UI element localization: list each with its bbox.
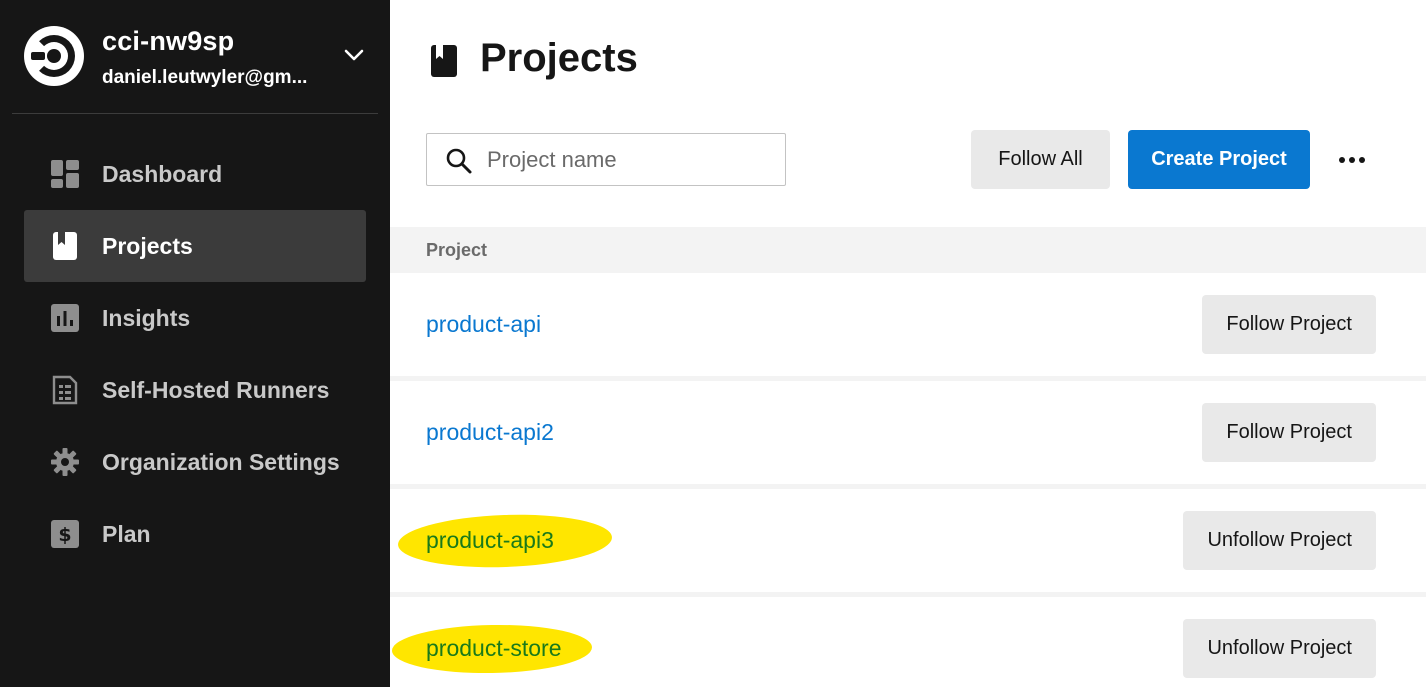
page-title: Projects <box>480 36 638 80</box>
table-header: Project <box>390 227 1426 273</box>
sidebar-item-label: Organization Settings <box>102 449 340 475</box>
insights-icon <box>51 304 79 332</box>
create-project-button[interactable]: Create Project <box>1128 130 1310 189</box>
sidebar-item-label: Dashboard <box>102 161 223 187</box>
table-row: product-store Unfollow Project <box>390 597 1426 687</box>
sidebar-item-dashboard[interactable]: Dashboard <box>24 138 366 210</box>
project-link[interactable]: product-store <box>426 635 562 662</box>
search-icon <box>446 148 472 174</box>
dollar-icon: $ <box>51 520 79 548</box>
gear-icon <box>51 448 79 476</box>
org-email: daniel.leutwyler@gm... <box>102 67 308 88</box>
sidebar-item-self-hosted-runners[interactable]: Self-Hosted Runners <box>24 354 366 426</box>
sidebar-nav: Dashboard Projects Insights Self-Hosted … <box>24 138 366 570</box>
runners-icon <box>52 375 78 405</box>
projects-icon <box>53 232 77 260</box>
svg-text:$: $ <box>58 524 71 546</box>
org-name: cci-nw9sp <box>102 26 235 56</box>
sidebar-item-label: Insights <box>102 305 191 331</box>
table-row: product-api2 Follow Project <box>390 381 1426 484</box>
table-row: product-api3 Unfollow Project <box>390 489 1426 592</box>
unfollow-project-button[interactable]: Unfollow Project <box>1183 511 1376 570</box>
dashboard-icon <box>51 160 79 188</box>
circleci-logo-icon <box>24 26 84 86</box>
sidebar-item-plan[interactable]: $ Plan <box>24 498 366 570</box>
project-link[interactable]: product-api <box>426 311 541 338</box>
more-options-icon[interactable] <box>1334 148 1370 172</box>
search-box <box>426 133 786 186</box>
follow-all-button[interactable]: Follow All <box>971 130 1110 189</box>
search-input[interactable] <box>487 144 767 176</box>
follow-project-button[interactable]: Follow Project <box>1202 295 1376 354</box>
column-header-project: Project <box>426 240 488 260</box>
project-link[interactable]: product-api3 <box>426 527 554 554</box>
projects-icon <box>431 45 457 77</box>
sidebar-item-insights[interactable]: Insights <box>24 282 366 354</box>
sidebar-divider <box>12 113 378 114</box>
sidebar-item-label: Plan <box>102 521 151 547</box>
main-content: Projects Follow All Create Project Proje… <box>390 0 1426 687</box>
sidebar-item-organization-settings[interactable]: Organization Settings <box>24 426 366 498</box>
sidebar-item-label: Self-Hosted Runners <box>102 377 330 403</box>
org-switcher[interactable]: cci-nw9sp daniel.leutwyler@gm... <box>0 0 390 114</box>
unfollow-project-button[interactable]: Unfollow Project <box>1183 619 1376 678</box>
sidebar: cci-nw9sp daniel.leutwyler@gm... Dashboa… <box>0 0 390 687</box>
sidebar-item-projects[interactable]: Projects <box>24 210 366 282</box>
table-row: product-api Follow Project <box>390 273 1426 376</box>
chevron-down-icon[interactable] <box>341 42 367 68</box>
sidebar-item-label: Projects <box>102 233 193 259</box>
follow-project-button[interactable]: Follow Project <box>1202 403 1376 462</box>
project-link[interactable]: product-api2 <box>426 419 554 446</box>
